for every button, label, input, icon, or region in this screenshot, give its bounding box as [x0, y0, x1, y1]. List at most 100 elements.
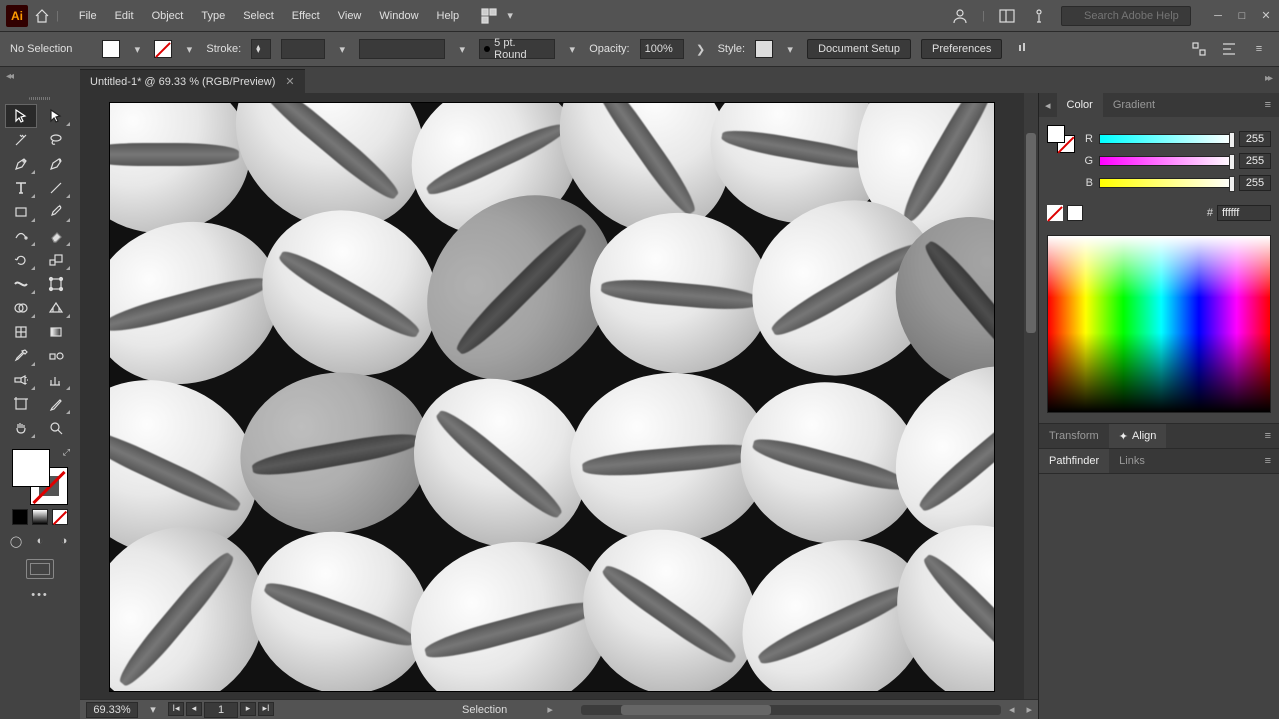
width-tool[interactable]	[6, 273, 36, 295]
shaper-tool[interactable]	[6, 225, 36, 247]
opacity-input[interactable]: 100%	[640, 39, 684, 59]
perspective-grid-tool[interactable]	[41, 297, 71, 319]
white-swatch[interactable]	[1067, 205, 1083, 221]
draw-behind-icon[interactable]: ◐	[30, 531, 50, 551]
rotate-tool[interactable]	[6, 249, 36, 271]
panel-menu-icon[interactable]: ≡	[1249, 39, 1269, 59]
stroke-weight-input[interactable]	[281, 39, 325, 59]
search-input[interactable]	[1061, 6, 1191, 26]
menu-window[interactable]: Window	[371, 6, 426, 26]
artboard-number[interactable]: 1	[204, 702, 238, 718]
none-swatch[interactable]	[1047, 205, 1063, 221]
zoom-tool[interactable]	[41, 417, 71, 439]
pathfinder-tab[interactable]: Pathfinder	[1039, 449, 1109, 473]
menu-view[interactable]: View	[330, 6, 370, 26]
links-tab[interactable]: Links	[1109, 449, 1155, 473]
r-slider[interactable]	[1099, 134, 1233, 144]
gradient-tab[interactable]: Gradient	[1103, 93, 1165, 117]
menu-select[interactable]: Select	[235, 6, 282, 26]
expand-panels-icon[interactable]: ▸▸	[1265, 73, 1271, 84]
selection-tool[interactable]	[6, 105, 36, 127]
zoom-dropdown[interactable]: ▾	[146, 701, 160, 719]
color-tab[interactable]: Color	[1057, 93, 1103, 117]
color-mode-solid[interactable]	[12, 509, 28, 525]
b-slider[interactable]	[1099, 178, 1233, 188]
fill-indicator[interactable]	[12, 449, 50, 487]
panel-fill-stroke[interactable]	[1047, 125, 1075, 153]
window-minimize[interactable]: ─	[1211, 9, 1225, 23]
document-setup-button[interactable]: Document Setup	[807, 39, 911, 59]
color-panel-menu[interactable]: ≡	[1257, 99, 1279, 111]
window-maximize[interactable]: □	[1235, 9, 1249, 23]
fill-stroke-indicator[interactable]: ⤢	[12, 449, 68, 505]
paintbrush-tool[interactable]	[41, 201, 71, 223]
opacity-dropdown[interactable]: ❯	[694, 40, 708, 58]
stroke-dropdown[interactable]: ▾	[182, 40, 196, 58]
menu-help[interactable]: Help	[429, 6, 468, 26]
free-transform-tool[interactable]	[41, 273, 71, 295]
menu-effect[interactable]: Effect	[284, 6, 328, 26]
document-tab[interactable]: Untitled-1* @ 69.33 % (RGB/Preview) ✕	[80, 69, 305, 93]
slice-tool[interactable]	[41, 393, 71, 415]
lasso-tool[interactable]	[41, 129, 71, 151]
symbol-sprayer-tool[interactable]	[6, 369, 36, 391]
color-spectrum[interactable]	[1047, 235, 1271, 413]
mesh-tool[interactable]	[6, 321, 36, 343]
curvature-tool[interactable]	[41, 153, 71, 175]
home-button[interactable]	[32, 6, 52, 26]
next-artboard-button[interactable]: ▸	[240, 702, 256, 716]
menu-type[interactable]: Type	[193, 6, 233, 26]
collapse-toolbox-icon[interactable]: ◂◂	[6, 71, 12, 82]
transform-tab[interactable]: Transform	[1039, 424, 1109, 448]
style-swatch[interactable]	[755, 40, 773, 58]
zoom-level[interactable]: 69.33%	[86, 702, 138, 718]
window-close[interactable]: ✕	[1259, 9, 1273, 23]
column-graph-tool[interactable]	[41, 369, 71, 391]
g-value[interactable]: 255	[1239, 153, 1271, 169]
draw-inside-icon[interactable]: ◑	[54, 531, 74, 551]
swap-fill-stroke-icon[interactable]: ⤢	[63, 447, 70, 458]
menu-object[interactable]: Object	[144, 6, 192, 26]
fill-dropdown[interactable]: ▾	[130, 40, 144, 58]
hand-tool[interactable]	[6, 417, 36, 439]
artboard-tool[interactable]	[6, 393, 36, 415]
fill-swatch[interactable]	[102, 40, 120, 58]
color-mode-none[interactable]	[52, 509, 68, 525]
close-tab-button[interactable]: ✕	[285, 75, 294, 88]
variable-width-profile[interactable]	[359, 39, 445, 59]
menu-edit[interactable]: Edit	[107, 6, 142, 26]
workspace-switcher[interactable]	[479, 6, 499, 26]
align-tab[interactable]: ✦Align	[1109, 424, 1167, 448]
preferences-button[interactable]: Preferences	[921, 39, 1002, 59]
stroke-weight-dropdown[interactable]: ▾	[335, 40, 349, 58]
shape-builder-tool[interactable]	[6, 297, 36, 319]
gradient-tool[interactable]	[41, 321, 71, 343]
workspace-dropdown[interactable]: ▾	[503, 7, 517, 25]
rectangle-tool[interactable]	[6, 201, 36, 223]
stroke-weight-stepper[interactable]: ▴▾	[251, 39, 271, 59]
brush-definition[interactable]: 5 pt. Round	[479, 39, 555, 59]
toolbox-grip[interactable]	[0, 93, 80, 103]
eyedropper-tool[interactable]	[6, 345, 36, 367]
brush-dropdown[interactable]: ▾	[565, 40, 579, 58]
g-slider[interactable]	[1099, 156, 1233, 166]
align-panel-icon[interactable]	[1219, 39, 1239, 59]
stroke-swatch[interactable]	[154, 40, 172, 58]
artboard[interactable]	[110, 103, 994, 691]
pathfinder-panel-menu[interactable]: ≡	[1257, 455, 1279, 467]
horizontal-scrollbar[interactable]	[581, 705, 1001, 715]
style-dropdown[interactable]: ▾	[783, 40, 797, 58]
eraser-tool[interactable]	[41, 225, 71, 247]
panel-collapse-icon[interactable]: ◂	[1039, 99, 1057, 112]
blend-tool[interactable]	[41, 345, 71, 367]
scale-tool[interactable]	[41, 249, 71, 271]
screen-mode-button[interactable]	[26, 559, 54, 579]
last-artboard-button[interactable]: ▸I	[258, 702, 274, 716]
transform-panel-icon[interactable]	[1189, 39, 1209, 59]
discover-icon[interactable]	[1029, 6, 1049, 26]
type-tool[interactable]	[6, 177, 36, 199]
direct-selection-tool[interactable]	[41, 105, 71, 127]
draw-normal-icon[interactable]: ◯	[6, 531, 26, 551]
edit-toolbar-button[interactable]: •••	[0, 589, 80, 601]
transform-panel-menu[interactable]: ≡	[1257, 430, 1279, 442]
